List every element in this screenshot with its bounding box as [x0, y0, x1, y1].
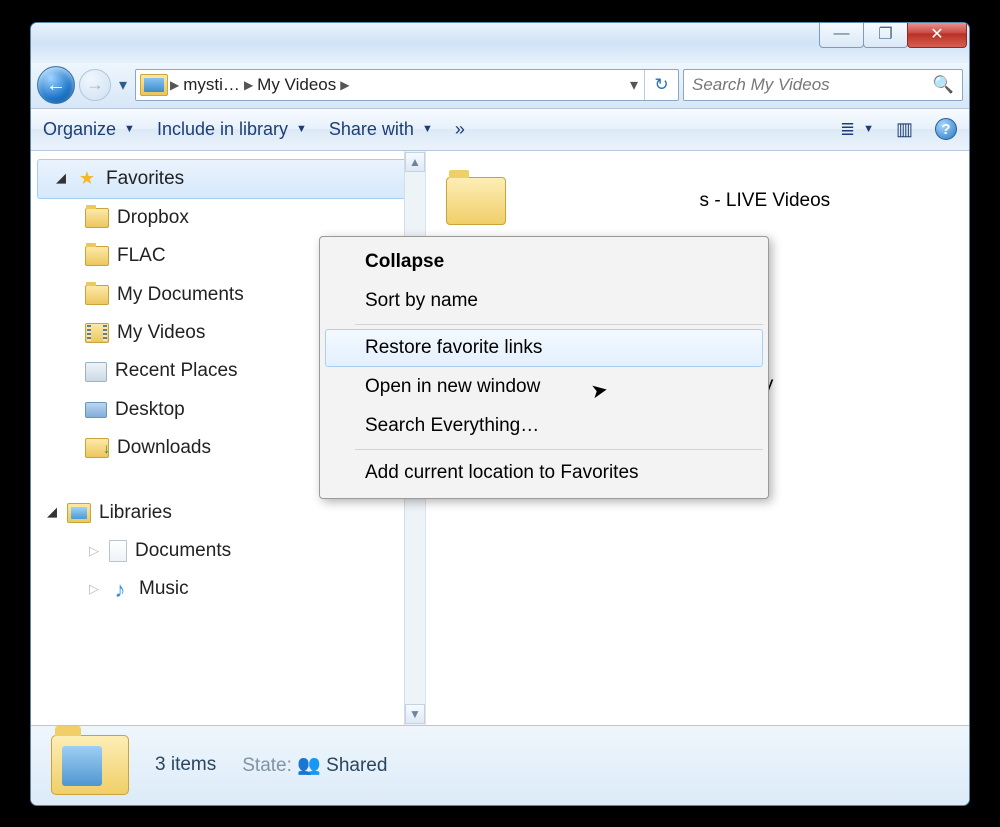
nav-history-dropdown[interactable]: ▾ — [115, 75, 131, 95]
menu-separator — [355, 449, 763, 450]
sidebar-item-label: My Documents — [117, 280, 244, 310]
context-menu-search-everything[interactable]: Search Everything… — [325, 407, 763, 445]
sidebar-item-label: Libraries — [99, 498, 172, 528]
context-menu-restore-favorite-links[interactable]: Restore favorite links — [325, 329, 763, 367]
video-folder-icon — [85, 323, 109, 343]
expand-icon[interactable]: ▷ — [89, 541, 101, 562]
details-pane: 3 items State: 👥 Shared — [31, 725, 969, 805]
folder-icon — [85, 246, 109, 266]
include-in-library-button[interactable]: Include in library▼ — [157, 119, 307, 140]
sidebar-item-label: Favorites — [106, 164, 184, 194]
context-menu: Collapse Sort by name Restore favorite l… — [319, 236, 769, 499]
sidebar-item-music[interactable]: ▷ ♪ Music — [31, 570, 425, 608]
context-menu-collapse[interactable]: Collapse — [325, 243, 763, 281]
context-menu-sort-by-name[interactable]: Sort by name — [325, 282, 763, 320]
context-menu-add-to-favorites[interactable]: Add current location to Favorites — [325, 454, 763, 492]
sidebar-item-label: Downloads — [117, 433, 211, 463]
sidebar-item-label: Recent Places — [115, 356, 238, 386]
sidebar-item-dropbox[interactable]: Dropbox — [31, 199, 425, 237]
desktop-icon — [85, 402, 107, 418]
address-dropdown-icon[interactable]: ▾ — [630, 75, 638, 95]
help-button[interactable]: ? — [935, 118, 957, 140]
chevron-right-icon[interactable]: ▶ — [340, 78, 349, 92]
document-icon — [109, 540, 127, 562]
search-placeholder: Search My Videos — [692, 75, 830, 95]
nav-back-button[interactable]: ← — [37, 66, 75, 104]
state-label: State: — [242, 755, 292, 776]
organize-button[interactable]: Organize▼ — [43, 119, 135, 140]
explorer-window: — ❐ ✕ ← → ▾ ▶ mysti… ▶ My Videos ▶ ▾ ↻ S… — [30, 22, 970, 806]
titlebar[interactable]: — ❐ ✕ — [31, 23, 969, 63]
scroll-down-icon[interactable]: ▼ — [405, 704, 425, 724]
item-count: 3 items — [155, 754, 216, 776]
folder-icon — [446, 177, 506, 225]
recent-places-icon — [85, 362, 107, 382]
file-item[interactable]: Games for Windows - LIVE Videos — [442, 171, 953, 231]
star-icon: ★ — [76, 168, 98, 190]
address-bar[interactable]: ▶ mysti… ▶ My Videos ▶ ▾ ↻ — [135, 69, 679, 101]
nav-row: ← → ▾ ▶ mysti… ▶ My Videos ▶ ▾ ↻ Search … — [31, 63, 969, 109]
minimize-button[interactable]: — — [819, 22, 864, 48]
toolbar-more-button[interactable]: » — [455, 119, 465, 140]
chevron-right-icon[interactable]: ▶ — [244, 78, 253, 92]
downloads-folder-icon — [85, 438, 109, 458]
collapse-icon[interactable]: ◢ — [56, 168, 68, 189]
sidebar-item-label: Documents — [135, 536, 231, 566]
libraries-icon — [67, 503, 91, 523]
search-icon[interactable]: 🔍 — [933, 75, 954, 95]
people-icon: 👥 — [297, 755, 321, 776]
refresh-button[interactable]: ↻ — [644, 70, 678, 100]
state-value: Shared — [326, 755, 387, 776]
maximize-button[interactable]: ❐ — [863, 22, 908, 48]
sidebar-libraries-header[interactable]: ◢ Libraries — [31, 494, 425, 532]
chevron-right-icon[interactable]: ▶ — [170, 78, 179, 92]
sidebar-item-label: Desktop — [115, 395, 185, 425]
search-input[interactable]: Search My Videos 🔍 — [683, 69, 963, 101]
sidebar-item-label: Dropbox — [117, 203, 189, 233]
toolbar: Organize▼ Include in library▼ Share with… — [31, 109, 969, 151]
folder-thumbnail-icon — [51, 735, 129, 795]
sidebar-item-label: Music — [139, 574, 189, 604]
breadcrumb-mysti[interactable]: mysti… — [179, 75, 244, 95]
sidebar-item-label: My Videos — [117, 318, 205, 348]
location-folder-icon — [140, 74, 168, 96]
breadcrumb-my-videos[interactable]: My Videos — [253, 75, 340, 95]
sidebar-favorites-header[interactable]: ◢ ★ Favorites — [37, 159, 419, 199]
close-button[interactable]: ✕ — [907, 22, 967, 48]
folder-icon — [85, 285, 109, 305]
scroll-up-icon[interactable]: ▲ — [405, 152, 425, 172]
sidebar-item-label: FLAC — [117, 241, 166, 271]
nav-forward-button[interactable]: → — [79, 69, 111, 101]
expand-icon[interactable]: ▷ — [89, 579, 101, 600]
share-with-button[interactable]: Share with▼ — [329, 119, 433, 140]
music-icon: ♪ — [109, 579, 131, 601]
menu-separator — [355, 324, 763, 325]
sidebar-item-documents[interactable]: ▷ Documents — [31, 532, 425, 570]
preview-pane-button[interactable]: ▥ — [896, 119, 913, 140]
view-options-button[interactable]: ≣▼ — [840, 119, 874, 140]
collapse-icon[interactable]: ◢ — [47, 502, 59, 523]
context-menu-open-new-window[interactable]: Open in new window — [325, 368, 763, 406]
file-name-partial: s - LIVE Videos — [700, 190, 831, 212]
folder-icon — [85, 208, 109, 228]
